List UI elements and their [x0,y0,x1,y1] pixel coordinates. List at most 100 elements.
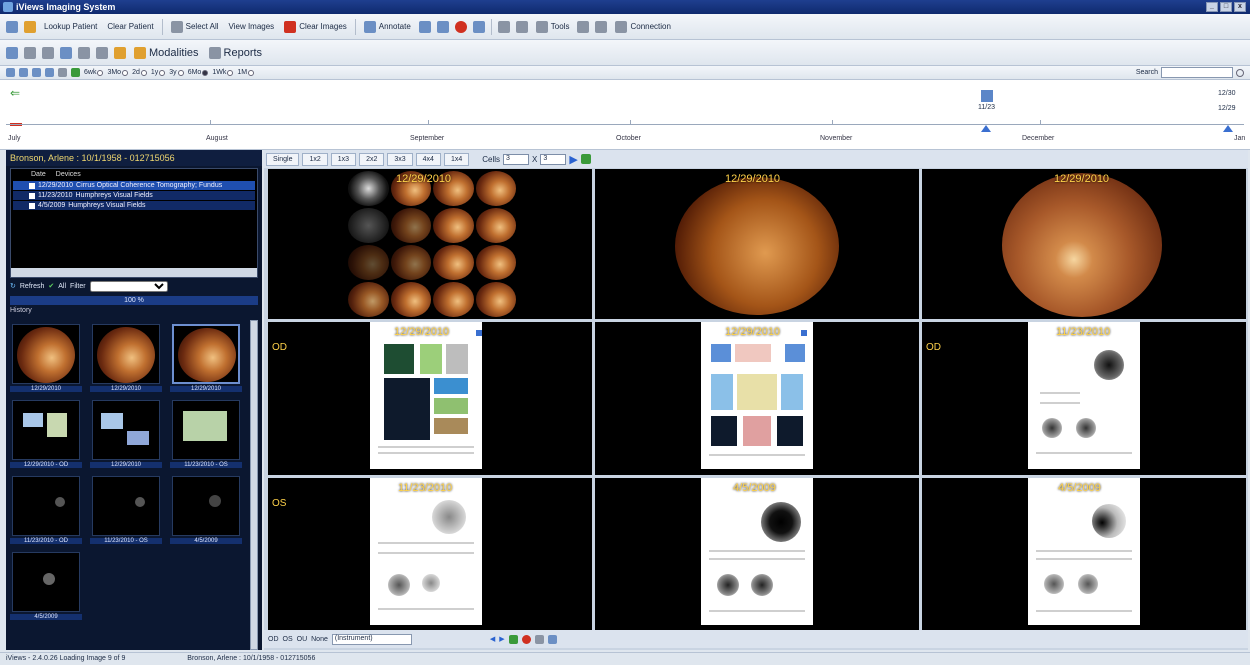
timeline[interactable]: ⇐ July August September October November… [0,80,1250,150]
viewer-cell[interactable]: 12/29/2010 [922,169,1246,319]
pointer-icon[interactable] [497,20,510,33]
layout-1x3-button[interactable]: 1x3 [330,152,357,166]
grid-icon[interactable] [42,46,54,59]
range-3mo[interactable]: 3Mo [107,69,129,76]
arrow-down-icon[interactable] [436,20,449,33]
stop-icon[interactable] [454,20,467,33]
study-row[interactable]: 12/29/2010 Cirrus Optical Coherence Tomo… [13,181,255,190]
filter-od-button[interactable]: OD [268,636,279,643]
clear-images-button[interactable]: Clear Images [282,20,349,33]
history-thumb[interactable]: 12/29/2010 - OD [10,400,82,474]
prev-page-icon[interactable]: ◀ [490,635,495,643]
view-images-button[interactable]: View Images [227,22,277,31]
range-6wk[interactable]: 6wk [84,69,104,76]
line-icon[interactable] [96,46,108,59]
checkbox-icon[interactable] [29,182,35,189]
viewer-cell[interactable]: OD 11/23/2010 [922,322,1246,475]
export-icon[interactable] [595,20,608,33]
viewer-cell[interactable]: 12/29/2010 [595,169,919,319]
layout-1x4-button[interactable]: 1x4 [443,152,470,166]
filter-none-button[interactable]: None [311,636,328,643]
viewer-cell[interactable]: 4/5/2009 [922,478,1246,631]
connection-button[interactable]: Connection [613,20,672,33]
viewer-cell[interactable]: 12/29/2010 [268,169,592,319]
filter-os-button[interactable]: OS [283,636,293,643]
close-window-button[interactable]: x [1234,2,1246,12]
search-icon[interactable] [1236,68,1244,77]
select-all-button[interactable]: Select All [169,20,221,33]
refresh-viewer-icon[interactable] [508,634,518,644]
last-icon[interactable] [45,68,54,77]
maximize-button[interactable]: □ [1220,2,1232,12]
tools-menu-button[interactable]: Tools [534,20,572,33]
annotate-button[interactable]: Annotate [362,20,413,33]
history-thumb[interactable]: 12/29/2010 [10,324,82,398]
next-page-icon[interactable]: ▶ [499,635,504,643]
share-icon[interactable] [60,46,72,59]
search-input[interactable] [1161,67,1233,78]
viewer-cell[interactable]: OS 11/23/2010 [268,478,592,631]
history-thumb[interactable]: 11/23/2010 - OD [10,476,82,550]
viewer-cell[interactable]: 12/29/2010 [595,322,919,475]
rotate-icon[interactable] [521,634,531,644]
layout-single-button[interactable]: Single [266,152,300,166]
hand-icon[interactable] [515,20,528,33]
play-icon[interactable]: ▶ [569,153,577,166]
home-icon[interactable] [6,20,18,33]
scan-icon[interactable] [78,46,90,59]
page-icon[interactable] [24,46,36,59]
apply-icon[interactable] [580,154,591,164]
range-3y[interactable]: 3y [169,69,184,76]
lookup-patient-button[interactable]: Lookup Patient [42,22,99,31]
layout-1x2-button[interactable]: 1x2 [302,152,328,166]
filter-ou-button[interactable]: OU [297,636,308,643]
refresh-icon[interactable]: ↻ [10,282,16,290]
minimize-button[interactable]: _ [1206,2,1218,12]
pen-icon[interactable] [6,46,18,59]
settings-icon[interactable] [534,634,544,644]
range-1wk[interactable]: 1Wk [212,69,234,76]
study-row[interactable]: 4/5/2009 Humphreys Visual Fields [13,201,255,210]
history-thumb[interactable]: 12/29/2010 [170,324,242,398]
refresh-timeline-icon[interactable] [71,68,80,77]
instrument-dropdown[interactable]: (Instrument) [331,633,412,645]
timeline-event[interactable]: 12/30 12/29 [1218,90,1236,112]
check-all-icon[interactable]: ✔ [48,282,54,290]
checkbox-icon[interactable] [29,202,35,209]
calendar-icon[interactable] [58,68,67,77]
layout-4x4-button[interactable]: 4x4 [415,152,441,166]
all-label[interactable]: All [58,283,66,290]
range-1m[interactable]: 1M [237,69,255,76]
refresh-label[interactable]: Refresh [20,283,45,290]
history-thumb[interactable]: 11/23/2010 - OS [170,400,242,474]
next-icon[interactable] [32,68,41,77]
filter-select[interactable] [89,280,168,292]
timeline-event[interactable]: 11/23 [978,90,995,111]
history-thumb[interactable]: 12/29/2010 [90,400,162,474]
layout-2x2-button[interactable]: 2x2 [359,152,385,166]
history-scrollbar[interactable] [250,320,258,650]
history-thumb[interactable]: 4/5/2009 [170,476,242,550]
cells-rows-dropdown[interactable]: 3 [540,153,567,165]
arrow-up-icon[interactable] [418,20,431,33]
studies-scrollbar[interactable] [11,268,257,277]
save-icon[interactable] [547,634,557,644]
history-thumb[interactable]: 11/23/2010 - OS [90,476,162,550]
modalities-button[interactable]: Modalities [132,46,201,59]
range-2d[interactable]: 2d [132,69,147,76]
window-icon[interactable] [472,20,485,33]
range-1y[interactable]: 1y [151,69,166,76]
history-thumb[interactable]: 4/5/2009 [10,552,82,626]
checkbox-icon[interactable] [29,192,35,199]
viewer-cell[interactable]: 4/5/2009 [595,478,919,631]
back-arrow-icon[interactable]: ⇐ [10,86,20,100]
layout-3x3-button[interactable]: 3x3 [387,152,413,166]
folder-icon[interactable] [24,20,36,33]
viewer-cell[interactable]: OD 12/29/2010 [268,322,592,475]
print-icon[interactable] [577,20,590,33]
import-icon[interactable] [114,46,126,59]
first-icon[interactable] [6,68,15,77]
cells-cols-dropdown[interactable]: 3 [503,153,530,165]
clear-patient-button[interactable]: Clear Patient [105,22,155,31]
range-6mo[interactable]: 6Mo [188,69,209,76]
